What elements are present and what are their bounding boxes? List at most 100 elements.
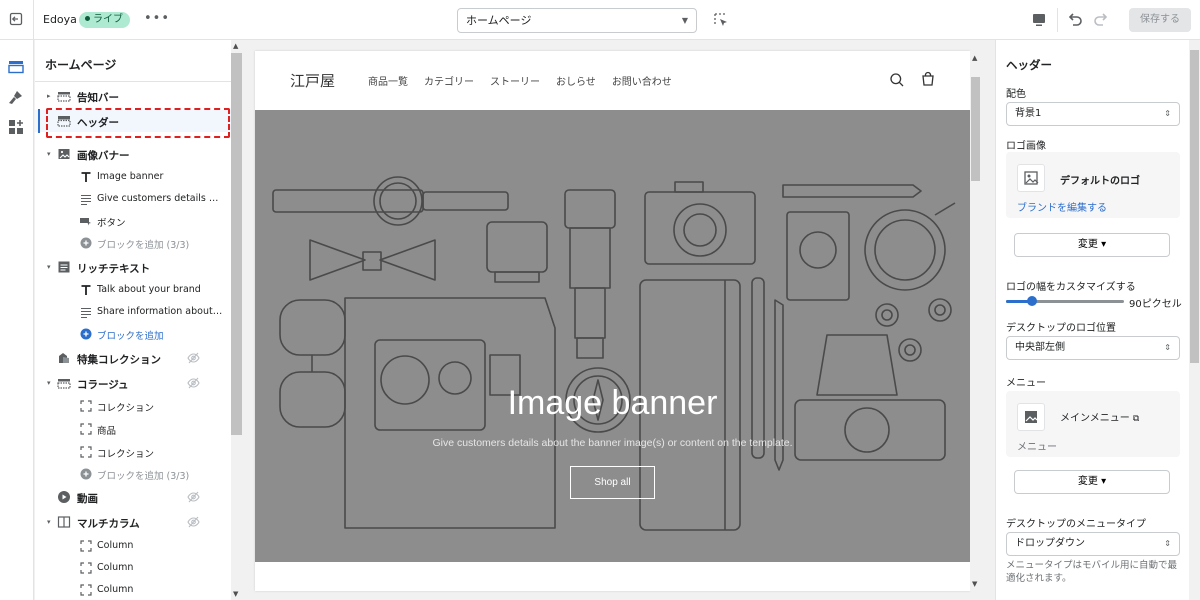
status-badge-label: ライブ — [93, 14, 123, 25]
sidebar-block[interactable]: ブロックを追加 (3/3) — [35, 232, 231, 254]
more-actions-button[interactable]: ••• — [144, 11, 170, 26]
site-logo[interactable]: 江戸屋 — [290, 70, 335, 91]
slider-handle[interactable] — [1026, 296, 1037, 306]
caret-down-icon[interactable]: ▾ — [47, 263, 51, 271]
eye-hidden-icon[interactable] — [187, 491, 200, 503]
video-icon — [58, 491, 70, 503]
sidebar-block[interactable]: 商品 — [35, 418, 231, 440]
eye-hidden-icon[interactable] — [187, 377, 200, 389]
site-nav-link[interactable]: ストーリー — [490, 73, 540, 88]
sidebar-block[interactable]: Give customers details abo... — [35, 188, 231, 210]
site-nav-link[interactable]: 商品一覧 — [368, 73, 408, 88]
sidebar-block[interactable]: Column — [35, 557, 231, 579]
undo-icon[interactable] — [1066, 11, 1084, 29]
select-arrows-icon: ⇕ — [1164, 109, 1171, 118]
settings-scrollbar-thumb[interactable] — [1190, 50, 1199, 363]
text-icon — [81, 285, 91, 295]
menu-card-title-label: メインメニュー — [1060, 413, 1130, 424]
scroll-down-arrow-icon[interactable]: ▼ — [972, 580, 977, 588]
menu-card: メインメニュー ⧉ メニュー — [1006, 391, 1180, 457]
change-menu-button[interactable]: 変更 ▾ — [1014, 470, 1170, 494]
scroll-up-arrow-icon[interactable]: ▲ — [233, 42, 238, 50]
editor-topbar: Edoya ライブ ••• ホームページ ▼ 保存する — [0, 0, 1200, 40]
menu-card-title[interactable]: メインメニュー ⧉ — [1060, 409, 1139, 424]
banner-heading[interactable]: Image banner — [255, 384, 970, 423]
sidebar-item-label: ブロックを追加 — [97, 331, 164, 342]
save-button[interactable]: 保存する — [1129, 8, 1191, 32]
menu-type-select[interactable]: ドロップダウン ⇕ — [1006, 532, 1180, 556]
sidebar-block[interactable]: ボタン — [35, 210, 231, 232]
sidebar-section[interactable]: 動画 — [35, 486, 231, 508]
change-logo-button[interactable]: 変更 ▾ — [1014, 233, 1170, 257]
site-nav-link[interactable]: お問い合わせ — [612, 73, 672, 88]
scroll-down-arrow-icon[interactable]: ▼ — [233, 590, 238, 598]
sidebar-item-label: Column — [97, 584, 134, 595]
eye-hidden-icon[interactable] — [187, 516, 200, 528]
sidebar-block[interactable]: Column — [35, 579, 231, 600]
site-nav: 商品一覧 カテゴリー ストーリー おしらせ お問い合わせ — [368, 73, 672, 88]
announcement-bar-icon — [57, 92, 71, 102]
sidebar-section[interactable]: ▾ マルチカラム — [35, 511, 231, 533]
sidebar-section[interactable]: ▾ 画像バナー — [35, 143, 231, 165]
cart-icon[interactable] — [920, 71, 936, 87]
sidebar-block[interactable]: ブロックを追加 — [35, 323, 231, 345]
banner-text[interactable]: Give customers details about the banner … — [255, 437, 970, 449]
preview-scrollbar[interactable]: ▲ ▼ — [970, 51, 981, 591]
theme-settings-brush-icon[interactable] — [7, 88, 25, 106]
change-menu-button-label: 変更 — [1077, 476, 1098, 487]
sidebar-block[interactable]: コレクション — [35, 441, 231, 463]
redo-icon[interactable] — [1092, 11, 1110, 29]
sidebar-section[interactable]: ▾ コラージュ — [35, 372, 231, 394]
status-badge: ライブ — [79, 12, 130, 28]
sections-scrollbar[interactable]: ▲ ▼ — [231, 40, 242, 600]
preview-scrollbar-thumb[interactable] — [971, 77, 980, 181]
sidebar-section[interactable]: ▾ リッチテキスト — [35, 256, 231, 278]
sections-scrollbar-thumb[interactable] — [231, 53, 242, 435]
image-banner[interactable]: Image banner Give customers details abou… — [255, 110, 970, 562]
sections-icon[interactable] — [7, 58, 25, 76]
color-scheme-select[interactable]: 背景1 ⇕ — [1006, 102, 1180, 126]
paragraph-icon — [81, 307, 91, 319]
external-link-icon[interactable]: ⧉ — [1133, 414, 1139, 424]
logo-width-slider[interactable] — [1006, 296, 1124, 306]
caret-down-icon[interactable]: ▾ — [47, 150, 51, 158]
sidebar-item-label: リッチテキスト — [77, 263, 151, 275]
sidebar-block[interactable]: Column — [35, 535, 231, 557]
paragraph-icon — [81, 194, 91, 206]
template-select[interactable]: ホームページ ▼ — [457, 8, 697, 33]
sidebar-block[interactable]: Image banner — [35, 166, 231, 188]
sidebar-item-label: Column — [97, 562, 134, 573]
sidebar-block[interactable]: ブロックを追加 (3/3) — [35, 463, 231, 485]
site-nav-link[interactable]: おしらせ — [556, 73, 596, 88]
site-header[interactable]: 江戸屋 商品一覧 カテゴリー ストーリー おしらせ お問い合わせ — [255, 51, 970, 110]
sidebar-block[interactable]: Share information about yo... — [35, 301, 231, 323]
status-dot-icon — [85, 16, 90, 21]
caret-down-icon[interactable]: ▾ — [47, 518, 51, 526]
sidebar-block[interactable]: Talk about your brand — [35, 279, 231, 301]
sections-panel: ホームページ ▸ 告知バー ヘッダー ▾ 画像バナー Image banner Give c… — [35, 40, 231, 600]
settings-scrollbar[interactable] — [1189, 40, 1200, 600]
storefront-preview[interactable]: 江戸屋 商品一覧 カテゴリー ストーリー おしらせ お問い合わせ Image b… — [255, 51, 970, 591]
search-icon[interactable] — [889, 72, 905, 88]
eye-hidden-icon[interactable] — [187, 352, 200, 364]
chevron-down-icon: ▼ — [681, 16, 688, 25]
logo-position-select[interactable]: 中央部左側 ⇕ — [1006, 336, 1180, 360]
logo-thumbnail[interactable] — [1017, 164, 1045, 192]
store-name: Edoya — [43, 13, 77, 26]
edit-brand-link[interactable]: ブランドを編集する — [1017, 199, 1107, 214]
sidebar-section[interactable]: ▸ 告知バー — [35, 85, 231, 107]
select-arrows-icon: ⇕ — [1164, 343, 1171, 352]
scroll-up-arrow-icon[interactable]: ▲ — [972, 54, 977, 62]
desktop-preview-icon[interactable] — [1031, 12, 1047, 28]
color-scheme-label: 配色 — [1006, 89, 1026, 100]
caret-down-icon[interactable]: ▾ — [47, 379, 51, 387]
caret-right-icon[interactable]: ▸ — [47, 92, 51, 100]
shop-all-button[interactable]: Shop all — [570, 466, 655, 499]
sidebar-block[interactable]: コレクション — [35, 395, 231, 417]
apps-icon[interactable] — [7, 118, 25, 136]
add-circle-icon — [80, 468, 92, 480]
inspector-icon[interactable] — [713, 12, 729, 28]
exit-icon[interactable] — [8, 11, 24, 27]
sidebar-section[interactable]: 特集コレクション — [35, 347, 231, 369]
site-nav-link[interactable]: カテゴリー — [424, 73, 474, 88]
